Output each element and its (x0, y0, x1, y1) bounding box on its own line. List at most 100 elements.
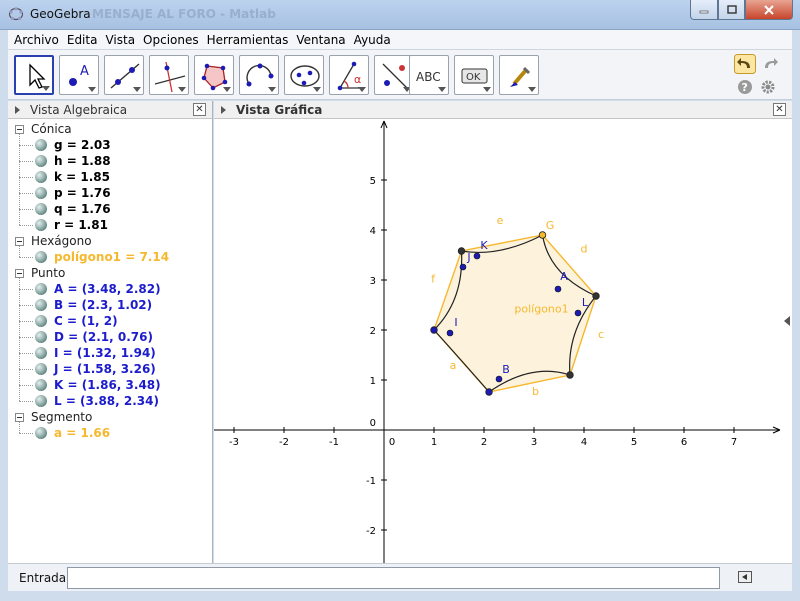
algebra-object-row[interactable]: L = (3.88, 2.34) (19, 393, 209, 409)
vertex-point[interactable] (538, 231, 547, 239)
menu-vista[interactable]: Vista (101, 33, 139, 47)
algebra-view-title: Vista Algebraica (30, 103, 128, 117)
vertex-point[interactable] (457, 247, 466, 255)
visibility-toggle-icon[interactable] (35, 395, 47, 407)
algebra-object-row[interactable]: r = 1.81 (19, 217, 209, 233)
perpendicular-tool-button[interactable] (149, 55, 189, 95)
title-bar: GeoGebra MENSAJE AL FORO - Matlab (0, 0, 800, 30)
algebra-object-row[interactable]: p = 1.76 (19, 185, 209, 201)
menu-ayuda[interactable]: Ayuda (350, 33, 395, 47)
close-panel-button[interactable]: ✕ (773, 103, 786, 116)
point-label: A (560, 270, 568, 283)
graphics-canvas[interactable]: -3 -2 -1 0 1 2 3 4 5 6 7 5 4 3 2 1 0 -1 -2 a b c d e f polígono1 A… (214, 119, 784, 563)
visibility-toggle-icon[interactable] (35, 219, 47, 231)
vertex-point[interactable] (430, 326, 438, 334)
tree-connector (19, 422, 20, 433)
gear-icon[interactable] (760, 79, 776, 95)
undo-icon[interactable] (734, 54, 756, 74)
point-tool-button[interactable]: A (59, 55, 99, 95)
menu-edita[interactable]: Edita (63, 33, 102, 47)
maximize-button[interactable] (718, 0, 745, 20)
vertex-point[interactable] (566, 371, 574, 379)
visibility-toggle-icon[interactable] (35, 379, 47, 391)
text-tool-button[interactable]: ABC (409, 55, 449, 95)
tree-connector (19, 177, 33, 178)
reflect-tool-button[interactable] (374, 55, 414, 95)
free-point[interactable] (574, 309, 582, 317)
move-graphics-tool-button[interactable] (499, 55, 539, 95)
point-label: G (546, 219, 555, 232)
visibility-toggle-icon[interactable] (35, 363, 47, 375)
side-panel-toggle-icon[interactable] (784, 316, 790, 326)
minimize-button[interactable] (690, 0, 718, 20)
algebra-object-row[interactable]: D = (2.1, 0.76) (19, 329, 209, 345)
free-point[interactable] (554, 285, 562, 293)
redo-icon[interactable] (759, 54, 781, 74)
algebra-object-row[interactable]: A = (3.48, 2.82) (19, 281, 209, 297)
tree-expander[interactable] (15, 413, 24, 422)
panel-menu-arrow-icon[interactable] (221, 106, 226, 114)
algebra-object-row[interactable]: h = 1.88 (19, 153, 209, 169)
chevron-down-icon (313, 87, 321, 92)
conic-tool-button[interactable] (284, 55, 324, 95)
visibility-toggle-icon[interactable] (35, 187, 47, 199)
visibility-toggle-icon[interactable] (35, 171, 47, 183)
algebra-object-value: q = 1.76 (54, 202, 111, 216)
visibility-toggle-icon[interactable] (35, 139, 47, 151)
window-bottom-border (0, 591, 800, 601)
menu-ventana[interactable]: Ventana (292, 33, 349, 47)
algebra-object-row[interactable]: k = 1.85 (19, 169, 209, 185)
tree-expander[interactable] (15, 125, 24, 134)
free-point[interactable] (459, 263, 467, 271)
circle-tool-button[interactable] (239, 55, 279, 95)
move-tool-button[interactable] (14, 55, 54, 95)
algebra-object-row[interactable]: I = (1.32, 1.94) (19, 345, 209, 361)
menu-archivo[interactable]: Archivo (8, 33, 63, 47)
visibility-toggle-icon[interactable] (35, 315, 47, 327)
algebra-object-row[interactable]: q = 1.76 (19, 201, 209, 217)
y-tick-label: -1 (366, 476, 376, 487)
visibility-toggle-icon[interactable] (35, 299, 47, 311)
x-tick-label: 2 (481, 437, 487, 448)
line-tool-button[interactable] (104, 55, 144, 95)
visibility-toggle-icon[interactable] (35, 331, 47, 343)
vertex-point[interactable] (485, 388, 493, 396)
angle-tool-button[interactable]: α (329, 55, 369, 95)
vertex-point[interactable] (592, 292, 600, 300)
help-icon[interactable]: ? (737, 79, 753, 95)
tree-expander[interactable] (15, 269, 24, 278)
button-tool-button[interactable]: OK (454, 55, 494, 95)
algebra-object-row[interactable]: g = 2.03 (19, 137, 209, 153)
free-point[interactable] (473, 252, 481, 260)
close-panel-button[interactable]: ✕ (193, 103, 206, 116)
chevron-down-icon (88, 87, 96, 92)
close-window-button[interactable] (745, 0, 793, 20)
visibility-toggle-icon[interactable] (35, 155, 47, 167)
input-help-icon[interactable] (738, 571, 752, 583)
algebra-object-row[interactable]: polígono1 = 7.14 (19, 249, 209, 265)
toolbar: A α ABC OK ? (8, 50, 792, 100)
visibility-toggle-icon[interactable] (35, 347, 47, 359)
tree-expander[interactable] (15, 237, 24, 246)
menu-herramientas[interactable]: Herramientas (203, 33, 293, 47)
free-point[interactable] (495, 375, 503, 383)
visibility-toggle-icon[interactable] (35, 427, 47, 439)
tree-connector (19, 321, 33, 322)
algebra-object-value: k = 1.85 (54, 170, 110, 184)
input-field[interactable] (67, 567, 720, 589)
algebra-object-row[interactable]: K = (1.86, 3.48) (19, 377, 209, 393)
graphics-view: Vista Gráfica ✕ -3 -2 -1 0 1 2 3 4 5 6 7 5 4 3 2 1 0 -1 -2… (214, 101, 792, 563)
menu-opciones[interactable]: Opciones (139, 33, 203, 47)
visibility-toggle-icon[interactable] (35, 203, 47, 215)
free-point[interactable] (446, 329, 454, 337)
algebra-object-row[interactable]: J = (1.58, 3.26) (19, 361, 209, 377)
visibility-toggle-icon[interactable] (35, 251, 47, 263)
visibility-toggle-icon[interactable] (35, 283, 47, 295)
maximize-icon (726, 5, 737, 14)
panel-menu-arrow-icon[interactable] (15, 106, 20, 114)
polygon-tool-button[interactable] (194, 55, 234, 95)
algebra-object-row[interactable]: C = (1, 2) (19, 313, 209, 329)
algebra-object-row[interactable]: B = (2.3, 1.02) (19, 297, 209, 313)
algebra-object-row[interactable]: a = 1.66 (19, 425, 209, 441)
chevron-down-icon (358, 87, 366, 92)
